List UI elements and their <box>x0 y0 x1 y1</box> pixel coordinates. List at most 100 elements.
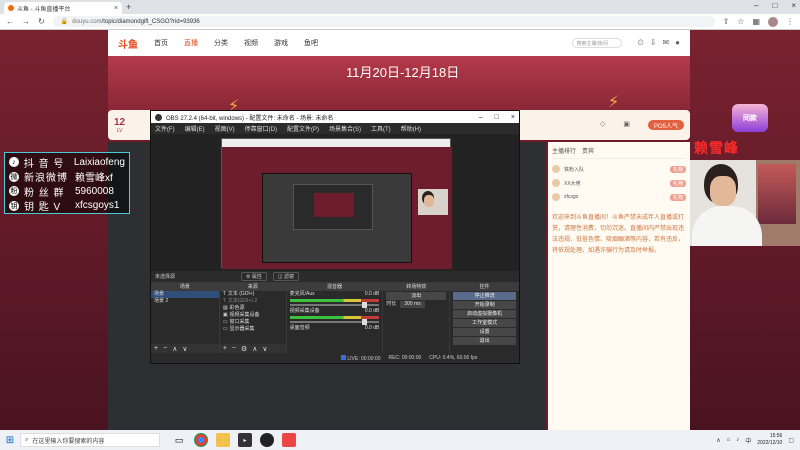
maximize-icon[interactable]: □ <box>772 1 777 10</box>
scene-item[interactable]: 场景 2 <box>151 298 219 305</box>
download-icon[interactable]: ⇩ <box>650 38 657 48</box>
reload-icon[interactable]: ↻ <box>38 17 45 26</box>
close-icon[interactable]: × <box>791 1 796 10</box>
clock[interactable]: 15:56 2022/12/10 <box>757 433 782 447</box>
webcam-feed <box>690 160 800 246</box>
ime-icon[interactable]: 中 <box>745 436 751 445</box>
nav-item-yuba[interactable]: 鱼吧 <box>304 38 318 48</box>
avatar <box>552 179 560 187</box>
chevron-up-icon[interactable]: ∧ <box>252 345 257 353</box>
gear-icon[interactable]: ⚙ <box>241 345 247 353</box>
app-icon[interactable] <box>282 433 296 447</box>
browser-tab[interactable]: 斗鱼 - 斗鱼直播平台 × <box>4 2 122 14</box>
tab-close-icon[interactable]: × <box>114 5 118 12</box>
room-action-icons: ◇ ▣ PO5人气 <box>600 120 684 130</box>
back-icon[interactable]: ← <box>6 17 14 26</box>
pk-badge[interactable]: PO5人气 <box>648 120 684 130</box>
menu-edit[interactable]: 编辑(E) <box>185 124 205 133</box>
settings-button[interactable]: 设置 <box>453 328 516 336</box>
network-icon[interactable]: ⌂ <box>727 437 731 443</box>
maximize-icon[interactable]: □ <box>495 114 499 121</box>
cpu-indicator: CPU: 0.4%, 60.00 fps <box>429 355 478 361</box>
menu-help[interactable]: 帮助(H) <box>401 124 421 133</box>
url-input[interactable]: 🔒 douyu.com /topic/diamondgift_CSGO?rid=… <box>52 16 715 27</box>
extensions-icon[interactable]: ▦ <box>752 17 760 26</box>
minimize-icon[interactable]: – <box>754 1 758 10</box>
scene-item[interactable]: 场景 <box>151 291 219 298</box>
chevron-up-icon[interactable]: ∧ <box>172 345 177 353</box>
source-item[interactable]: ▨ 彩色源 <box>220 305 286 312</box>
chevron-down-icon[interactable]: ∨ <box>262 345 267 353</box>
monitor-icon: ▭ <box>222 326 228 332</box>
add-icon[interactable]: + <box>154 345 158 352</box>
source-item[interactable]: ▭ 窗口采集 <box>220 319 286 326</box>
file-explorer-icon[interactable] <box>216 433 230 447</box>
properties-button[interactable]: ⚙ 属性 <box>241 272 267 281</box>
site-logo[interactable]: 斗鱼 <box>118 36 138 51</box>
menu-icon[interactable]: ⋮ <box>786 17 794 26</box>
new-tab-icon[interactable]: + <box>126 2 131 12</box>
chevron-up-icon[interactable]: ∧ <box>716 437 720 444</box>
obs-preview[interactable] <box>151 134 519 280</box>
menu-tools[interactable]: 工具(T) <box>371 124 391 133</box>
scenes-dock: 场景 场景 场景 2 + − ∧ ∨ <box>151 283 219 353</box>
start-recording-button[interactable]: 开始录制 <box>453 301 516 309</box>
system-tray: ∧ ⌂ ♪ 中 15:56 2022/12/10 ▢ <box>716 433 800 447</box>
menu-file[interactable]: 文件(F) <box>155 124 175 133</box>
mixer-channel: 视频采集设备 0.0 dB <box>289 308 380 314</box>
exit-button[interactable]: 退出 <box>453 337 516 345</box>
source-item[interactable]: ▭ 显示器采集 <box>220 326 286 333</box>
message-icon[interactable]: ✉ <box>662 38 669 48</box>
transition-type-select[interactable]: 淡出 <box>386 292 447 300</box>
tab-ranking[interactable]: 主播排行 <box>552 146 576 155</box>
notification-icon[interactable]: ▢ <box>788 437 794 444</box>
preview-capture <box>221 138 452 269</box>
rec-indicator: REC: 00:00:00 <box>388 355 422 361</box>
chrome-icon[interactable] <box>194 433 208 447</box>
menu-docks[interactable]: 停靠窗口(D) <box>245 124 277 133</box>
source-item[interactable]: T 文本 (GDI+) <box>220 291 286 298</box>
volume-slider[interactable] <box>289 302 380 308</box>
site-icons: ⏲ ⇩ ✉ ● <box>638 38 681 48</box>
terminal-icon[interactable]: ▸ <box>238 433 252 447</box>
nav-item-game[interactable]: 游戏 <box>274 38 288 48</box>
stop-streaming-button[interactable]: 停止推流 <box>453 292 516 300</box>
fans-icon: 粉 <box>9 186 19 197</box>
source-item[interactable]: ▣ 视频采集设备 <box>220 312 286 319</box>
forward-icon[interactable]: → <box>22 17 30 26</box>
promo-badge[interactable]: 同款 <box>732 104 768 132</box>
remove-icon[interactable]: − <box>232 345 236 352</box>
add-icon[interactable]: + <box>223 345 227 352</box>
history-icon[interactable]: ⏲ <box>638 38 644 48</box>
windows-start-icon[interactable]: ⊞ <box>0 430 20 450</box>
volume-icon[interactable]: ♪ <box>736 437 739 443</box>
studio-mode-button[interactable]: 工作室模式 <box>453 319 516 327</box>
task-view-icon[interactable]: ▭ <box>172 433 186 447</box>
remove-icon[interactable]: − <box>163 345 167 352</box>
filters-button[interactable]: ◫ 滤镜 <box>272 272 300 281</box>
nav-item-category[interactable]: 分类 <box>214 38 228 48</box>
close-icon[interactable]: × <box>511 114 515 121</box>
minimize-icon[interactable]: – <box>479 114 483 121</box>
start-virtual-camera-button[interactable]: 启动虚拟摄像机 <box>453 310 516 318</box>
source-item[interactable]: T 文本(GDI+) 2 <box>220 298 286 305</box>
tab-vip[interactable]: 贵宾 <box>582 146 594 155</box>
obs-taskbar-icon[interactable] <box>260 433 274 447</box>
chevron-down-icon[interactable]: ∨ <box>182 345 187 353</box>
duration-input[interactable]: 300 ms <box>400 301 425 308</box>
profile-avatar[interactable] <box>768 16 778 27</box>
site-search-input[interactable]: 搜索主播/房间 <box>571 38 622 48</box>
calendar-icon[interactable]: ▣ <box>623 120 630 130</box>
share-icon[interactable]: ⇪ <box>723 17 730 26</box>
nav-item-live[interactable]: 直播 <box>184 38 198 48</box>
nav-item-video[interactable]: 视频 <box>244 38 258 48</box>
nav-item-home[interactable]: 首页 <box>154 38 168 48</box>
bookmark-star-icon[interactable]: ☆ <box>737 17 744 26</box>
menu-profile[interactable]: 配置文件(P) <box>287 124 319 133</box>
taskbar-search-input[interactable]: ⌕ 在这里输入你要搜索的内容 <box>20 433 160 447</box>
diamond-icon[interactable]: ◇ <box>600 120 605 130</box>
menu-view[interactable]: 视图(V) <box>215 124 235 133</box>
menu-scene-collection[interactable]: 场景集合(S) <box>329 124 361 133</box>
volume-slider[interactable] <box>289 319 380 325</box>
user-avatar[interactable]: ● <box>675 38 680 48</box>
